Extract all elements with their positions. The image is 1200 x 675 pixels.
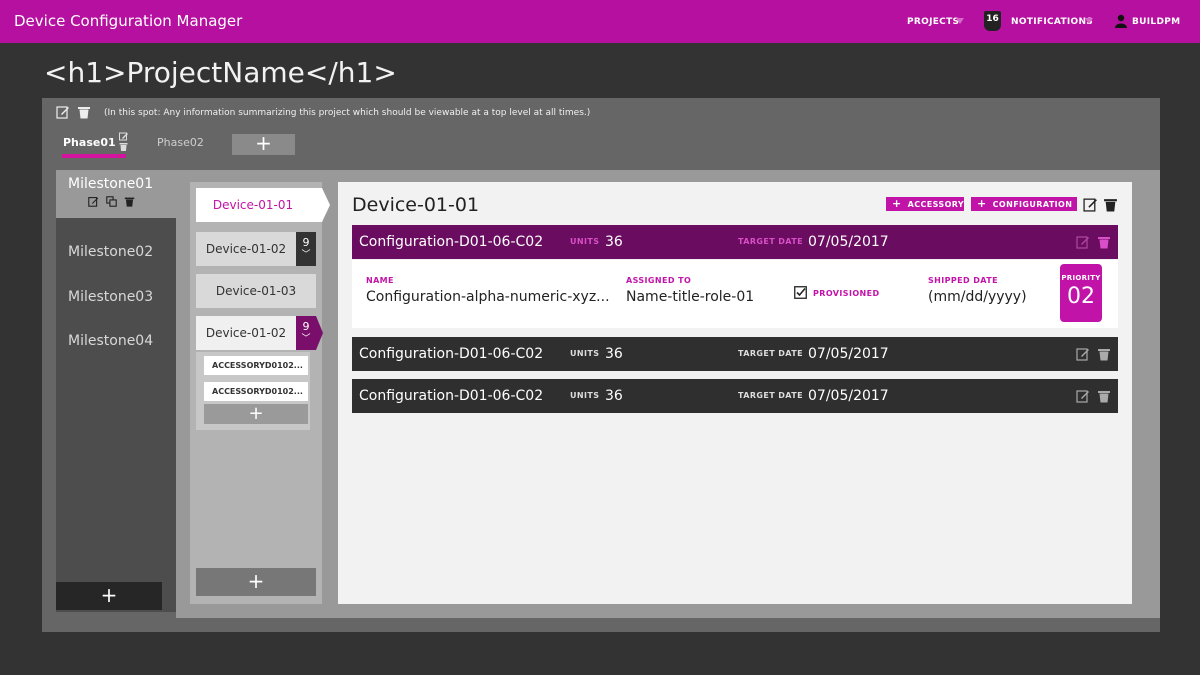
add-accessory-label: ACCESSORY [907, 200, 965, 209]
milestone-item-01[interactable]: Milestone01 [56, 170, 176, 218]
device-tab-label: Device-01-02 [205, 326, 287, 340]
config-units: 36 [605, 234, 623, 250]
device-tab-01-02-expanded[interactable]: Device-01-02 9 ﹀ [196, 316, 323, 350]
add-device-button[interactable]: + [196, 568, 316, 596]
user-icon[interactable] [1115, 14, 1127, 28]
milestone-item-04[interactable]: Milestone04 [68, 333, 153, 349]
config-date-label: TARGET DATE [738, 349, 803, 358]
config-full-name: Configuration-alpha-numeric-xyz... [366, 289, 610, 305]
notifications-dropdown-icon[interactable] [1085, 18, 1093, 24]
milestone-item-02[interactable]: Milestone02 [68, 244, 153, 260]
accessory-item[interactable]: ACCESSORYD0102... [204, 382, 308, 401]
edit-config-icon[interactable] [1076, 389, 1090, 403]
add-milestone-button[interactable]: + [56, 582, 162, 610]
configuration-row[interactable]: Configuration-D01-06-C02 UNITS 36 TARGET… [352, 379, 1118, 413]
device-title: Device-01-01 [352, 194, 480, 216]
provisioned-checkbox[interactable] [794, 286, 807, 299]
edit-config-icon[interactable] [1076, 235, 1090, 249]
device-tab-label: Device-01-01 [212, 198, 294, 212]
nav-projects[interactable]: PROJECTS [907, 17, 959, 27]
shipped-label: SHIPPED DATE [928, 276, 998, 285]
config-units-label: UNITS [570, 237, 600, 246]
config-name: Configuration-D01-06-C02 [359, 346, 544, 362]
configuration-row[interactable]: Configuration-D01-06-C02 UNITS 36 TARGET… [352, 337, 1118, 371]
device-count-badge[interactable]: 9 ﹀ [296, 316, 316, 350]
config-name: Configuration-D01-06-C02 [359, 234, 544, 250]
config-date-label: TARGET DATE [738, 237, 803, 246]
priority-value: 02 [1067, 284, 1095, 309]
plus-icon: + [977, 197, 987, 210]
device-tab-01-01[interactable]: Device-01-01 [196, 188, 330, 222]
device-tab-label: Device-01-02 [205, 242, 287, 256]
provisioned-label: PROVISIONED [813, 289, 880, 298]
config-date-label: TARGET DATE [738, 391, 803, 400]
expanded-device-arrow [316, 316, 323, 350]
shipped-date: (mm/dd/yyyy) [928, 289, 1027, 305]
tab-phase01[interactable]: Phase01 [63, 136, 116, 149]
delete-config-icon[interactable] [1097, 347, 1111, 361]
config-date: 07/05/2017 [808, 388, 889, 404]
assigned-to: Name-title-role-01 [626, 289, 755, 305]
add-accessory-button[interactable]: + ACCESSORY [886, 197, 964, 211]
config-units-label: UNITS [570, 349, 600, 358]
name-label: NAME [366, 276, 394, 285]
config-units: 36 [605, 388, 623, 404]
edit-milestone-icon[interactable] [88, 196, 99, 207]
delete-config-icon[interactable] [1097, 389, 1111, 403]
add-phase-button[interactable]: + [232, 133, 295, 155]
projects-dropdown-icon[interactable] [956, 18, 964, 24]
active-phase-indicator [62, 154, 126, 158]
device-detail: Device-01-01 + ACCESSORY + CONFIGURATION C… [338, 182, 1132, 604]
device-list: Device-01-01 Device-01-02 9 ﹀ Device-01-… [190, 182, 330, 604]
delete-device-icon[interactable] [1103, 197, 1118, 212]
project-summary: (In this spot: Any information summarizi… [104, 108, 591, 118]
configuration-details: NAME Configuration-alpha-numeric-xyz... … [352, 260, 1118, 328]
edit-device-icon[interactable] [1083, 197, 1098, 212]
nav-notifications[interactable]: NOTIFICATIONS [1011, 17, 1093, 27]
config-units-label: UNITS [570, 391, 600, 400]
milestone-content: Device-01-01 Device-01-02 9 ﹀ Device-01-… [176, 170, 1160, 618]
delete-milestone-icon[interactable] [124, 196, 135, 207]
milestone-list: Milestone01 Milestone02 Milestone03 Mile… [56, 170, 176, 612]
app-title: Device Configuration Manager [14, 12, 243, 30]
device-count: 9 [302, 236, 310, 249]
device-count: 9 [302, 320, 310, 333]
top-bar: Device Configuration Manager PROJECTS 16… [0, 0, 1200, 43]
assigned-label: ASSIGNED TO [626, 276, 692, 285]
page-title: <h1>ProjectName</h1> [44, 56, 397, 89]
config-date: 07/05/2017 [808, 234, 889, 250]
project-panel: (In this spot: Any information summarizi… [42, 98, 1160, 632]
device-count-badge[interactable]: 9 ﹀ [296, 232, 316, 266]
device-tab-01-03[interactable]: Device-01-03 [196, 274, 316, 308]
priority-badge[interactable]: PRIORITY 02 [1060, 264, 1102, 322]
delete-config-icon[interactable] [1097, 235, 1111, 249]
notifications-badge[interactable]: 16 [984, 11, 1001, 31]
milestone-label: Milestone01 [68, 176, 154, 192]
accessory-item[interactable]: ACCESSORYD0102... [204, 356, 308, 375]
device-tab-01-02[interactable]: Device-01-02 9 ﹀ [196, 232, 316, 266]
tab-phase02[interactable]: Phase02 [157, 136, 204, 149]
config-units: 36 [605, 346, 623, 362]
delete-project-icon[interactable] [77, 105, 91, 119]
add-accessory-item-button[interactable]: + [204, 404, 308, 424]
chevron-down-icon: ﹀ [301, 334, 311, 344]
phase-edit-icon[interactable] [119, 132, 128, 152]
add-configuration-button[interactable]: + CONFIGURATION [971, 197, 1077, 211]
edit-config-icon[interactable] [1076, 347, 1090, 361]
add-configuration-label: CONFIGURATION [992, 200, 1073, 209]
priority-label: PRIORITY [1061, 274, 1101, 282]
device-tab-label: Device-01-03 [215, 284, 297, 298]
edit-project-icon[interactable] [56, 105, 70, 119]
copy-milestone-icon[interactable] [106, 196, 117, 207]
active-device-arrow [322, 188, 330, 222]
config-name: Configuration-D01-06-C02 [359, 388, 544, 404]
milestone-item-03[interactable]: Milestone03 [68, 289, 153, 305]
chevron-down-icon: ﹀ [301, 250, 311, 260]
nav-user[interactable]: BUILDPM [1132, 17, 1180, 27]
config-date: 07/05/2017 [808, 346, 889, 362]
configuration-row-expanded[interactable]: Configuration-D01-06-C02 UNITS 36 TARGET… [352, 225, 1118, 259]
plus-icon: + [892, 197, 902, 210]
